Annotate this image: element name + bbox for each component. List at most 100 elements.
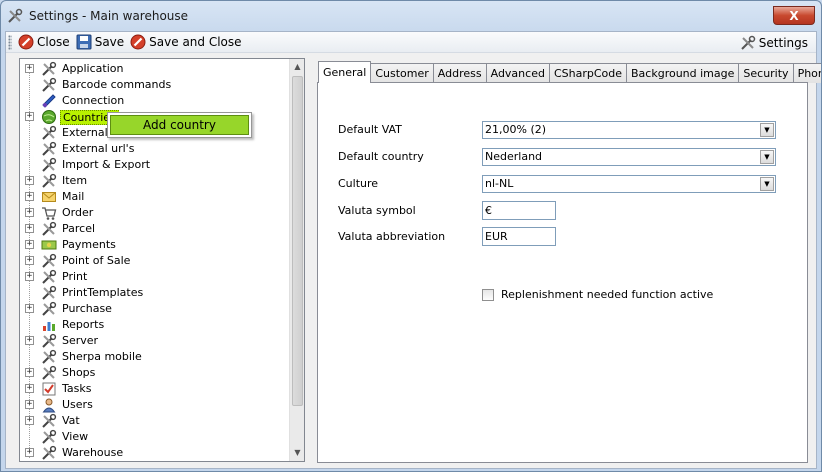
tab-customer[interactable]: Customer [370, 63, 434, 83]
expand-plus-icon[interactable]: + [25, 192, 34, 201]
tree-item-reports[interactable]: Reports [20, 317, 290, 333]
tree-item-tasks[interactable]: + Tasks [20, 381, 290, 397]
tab-phone[interactable]: Phone [792, 63, 821, 83]
expand-plus-icon[interactable]: + [25, 336, 34, 345]
expand-plus-icon[interactable]: + [25, 176, 34, 185]
tree-item-item[interactable]: + Item [20, 173, 290, 189]
chevron-down-icon[interactable]: ▼ [760, 150, 774, 164]
default-vat-select[interactable]: 21,00% (2) ▼ [482, 121, 776, 139]
tree-item-label: Tasks [62, 382, 92, 395]
scroll-thumb[interactable] [292, 76, 303, 406]
window-close-button[interactable]: X [773, 6, 815, 25]
save-button[interactable]: Save [74, 33, 128, 52]
tools-icon [42, 253, 57, 268]
expand-plus-icon[interactable]: + [25, 400, 34, 409]
expand-plus-icon[interactable]: + [25, 224, 34, 233]
tasks-icon [42, 382, 56, 396]
tree-item-label: Reports [62, 318, 105, 331]
globe-icon [42, 110, 56, 124]
tree-item-server[interactable]: + Server [20, 333, 290, 349]
expand-plus-icon[interactable]: + [25, 448, 34, 457]
tree-item-label: Point of Sale [62, 254, 131, 267]
save-and-close-button[interactable]: Save and Close [128, 33, 245, 52]
cart-icon [42, 207, 57, 220]
expand-plus-icon[interactable]: + [25, 64, 34, 73]
tree-item-label: Sherpa mobile [62, 350, 142, 363]
window-title: Settings - Main warehouse [29, 9, 189, 23]
replenishment-checkbox[interactable] [482, 288, 494, 301]
tree-scrollbar[interactable]: ▲ ▼ [289, 59, 304, 461]
tools-icon [42, 429, 57, 444]
chevron-down-icon[interactable]: ▼ [760, 177, 774, 191]
tree-item-label: Item [62, 174, 88, 187]
expand-plus-icon[interactable]: + [25, 208, 34, 217]
tree-item-users[interactable]: + Users [20, 397, 290, 413]
default-country-select[interactable]: Nederland ▼ [482, 148, 776, 166]
expand-plus-icon[interactable]: + [25, 256, 34, 265]
replenishment-label: Replenishment needed function active [501, 288, 714, 301]
tools-icon [42, 301, 57, 316]
tab-csharpcode[interactable]: CSharpCode [548, 63, 627, 83]
tree-item-printtemplates[interactable]: PrintTemplates [20, 285, 290, 301]
settings-button-label: Settings [758, 35, 808, 50]
expand-plus-icon[interactable]: + [25, 384, 34, 393]
tree-item-vat[interactable]: + Vat [20, 413, 290, 429]
tree-item-purchase[interactable]: + Purchase [20, 301, 290, 317]
default-country-value: Nederland [485, 150, 543, 163]
tree-item-label: Import & Export [62, 158, 151, 171]
tree-item-label: Shops [62, 366, 96, 379]
tree-item-view[interactable]: View [20, 429, 290, 445]
tree-item-import-export[interactable]: Import & Export [20, 157, 290, 173]
replenishment-option[interactable]: Replenishment needed function active [482, 288, 713, 301]
tree-item-shops[interactable]: + Shops [20, 365, 290, 381]
tab-security[interactable]: Security [738, 63, 794, 83]
tab-background-image[interactable]: Background image [626, 63, 740, 83]
valuta-abbreviation-input[interactable]: EUR [482, 227, 556, 246]
expand-plus-icon[interactable]: + [25, 368, 34, 377]
settings-button[interactable]: Settings [738, 33, 812, 52]
tree-item-barcode-commands[interactable]: Barcode commands [20, 77, 290, 93]
expand-plus-icon[interactable]: + [25, 272, 34, 281]
tools-icon [741, 35, 756, 50]
tools-icon [42, 445, 57, 460]
title-bar[interactable]: Settings - Main warehouse X [1, 1, 821, 31]
tree-item-label: Purchase [62, 302, 112, 315]
tab-advanced[interactable]: Advanced [485, 63, 550, 83]
tools-icon [42, 285, 57, 300]
tree-item-sherpa-mobile[interactable]: Sherpa mobile [20, 349, 290, 365]
scroll-up-arrow-icon[interactable]: ▲ [290, 59, 305, 75]
chevron-down-icon[interactable]: ▼ [760, 123, 774, 137]
tab-general[interactable]: General [318, 61, 372, 83]
tree-item-external-url-s[interactable]: External url's [20, 141, 290, 157]
tools-icon [42, 221, 57, 236]
tree-item-order[interactable]: + Order [20, 205, 290, 221]
tree-item-warehouse[interactable]: + Warehouse [20, 445, 290, 461]
tree-item-print[interactable]: + Print [20, 269, 290, 285]
expand-plus-icon[interactable]: + [25, 304, 34, 313]
valuta-symbol-input[interactable]: € [482, 201, 556, 220]
scroll-down-arrow-icon[interactable]: ▼ [290, 445, 305, 461]
tools-icon [42, 349, 57, 364]
tab-address[interactable]: Address [432, 63, 487, 83]
tree-item-label: Mail [62, 190, 85, 203]
tree-item-application[interactable]: + Application [20, 61, 290, 77]
expand-plus-icon[interactable]: + [25, 240, 34, 249]
toolbar-grip[interactable] [8, 34, 12, 50]
culture-value: nl-NL [485, 177, 514, 190]
tools-icon [42, 173, 57, 188]
valuta-symbol-label: Valuta symbol [338, 204, 416, 217]
tree-item-payments[interactable]: + Payments [20, 237, 290, 253]
tree-item-point-of-sale[interactable]: + Point of Sale [20, 253, 290, 269]
tree-item-connection[interactable]: Connection [20, 93, 290, 109]
close-button[interactable]: Close [16, 33, 74, 52]
expand-plus-icon[interactable]: + [25, 112, 34, 121]
tools-icon [42, 157, 57, 172]
default-vat-label: Default VAT [338, 123, 402, 136]
culture-select[interactable]: nl-NL ▼ [482, 175, 776, 193]
toolbar: Close Save Save and Close Settings [6, 32, 816, 53]
context-menu-add-country[interactable]: Add country [110, 115, 249, 135]
tree-item-mail[interactable]: + Mail [20, 189, 290, 205]
tree-item-label: Warehouse [62, 446, 124, 459]
tree-item-parcel[interactable]: + Parcel [20, 221, 290, 237]
expand-plus-icon[interactable]: + [25, 416, 34, 425]
